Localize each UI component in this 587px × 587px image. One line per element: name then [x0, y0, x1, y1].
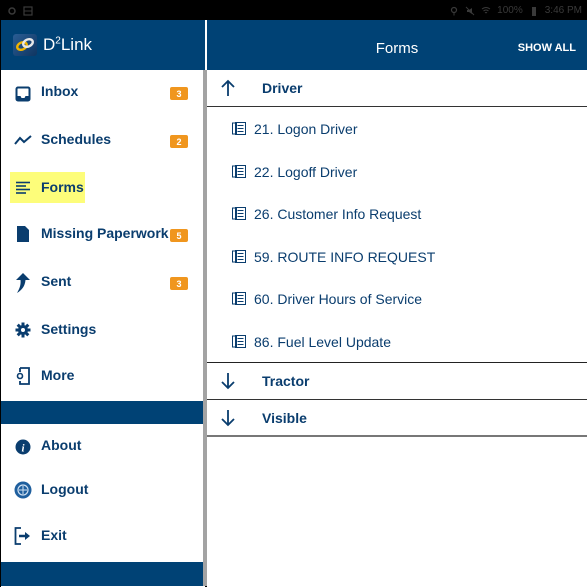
arrow-up-icon: [221, 79, 235, 96]
form-item[interactable]: 26. Customer Info Request: [207, 193, 587, 235]
drawer-item-label: Settings: [41, 321, 97, 337]
drawer-item-label: About: [41, 437, 82, 453]
form-icon: [232, 207, 246, 220]
form-item[interactable]: 60. Driver Hours of Service: [207, 278, 587, 320]
drawer-item-inbox[interactable]: Inbox 3: [1, 70, 205, 114]
document-icon: [14, 225, 32, 243]
group-header-tractor[interactable]: Tractor: [207, 363, 587, 400]
arrow-down-icon: [221, 373, 235, 390]
form-icon: [232, 122, 246, 135]
show-all-button[interactable]: SHOW ALL: [518, 20, 576, 76]
lines-icon: [14, 179, 32, 197]
info-icon: i: [14, 438, 32, 456]
drawer-item-label: More: [41, 367, 75, 383]
drawer-item-label: Exit: [41, 527, 67, 543]
logout-globe-icon: [14, 481, 32, 499]
group-label: Visible: [262, 410, 307, 426]
mute-icon: [465, 6, 475, 15]
inbox-icon: [14, 85, 32, 103]
form-icon: [232, 292, 246, 305]
navigation-drawer: D2Link Inbox 3 Schedules 2 Forms Missing…: [1, 20, 205, 587]
inbox-badge: 3: [170, 87, 188, 100]
drawer-item-label: Sent: [41, 273, 72, 289]
missing-paperwork-badge: 5: [170, 229, 188, 242]
form-label: 86. Fuel Level Update: [254, 334, 391, 350]
form-label: 26. Customer Info Request: [254, 206, 422, 222]
drawer-item-settings[interactable]: Settings: [1, 308, 205, 352]
app-name: D2Link: [43, 35, 93, 54]
device-settings-icon: [14, 367, 32, 385]
sync-icon: [8, 6, 16, 15]
drawer-item-forms[interactable]: Forms: [1, 166, 205, 210]
arrow-down-icon: [221, 410, 235, 427]
drawer-item-about[interactable]: i About: [1, 424, 205, 468]
form-icon: [232, 165, 246, 178]
battery-percent: 100%: [497, 5, 523, 16]
drawer-item-sent[interactable]: Sent 3: [1, 260, 205, 304]
drawer-item-label: Forms: [41, 179, 84, 195]
form-icon: [232, 335, 246, 348]
form-item[interactable]: 21. Logon Driver: [207, 108, 587, 150]
exit-icon: [14, 527, 32, 545]
status-bar: 100% 3:46 PM: [1, 1, 587, 20]
battery-icon: [531, 6, 536, 16]
app-bar: Forms SHOW ALL: [207, 20, 587, 70]
form-item[interactable]: 22. Logoff Driver: [207, 151, 587, 193]
drawer-item-missing-paperwork[interactable]: Missing Paperwork 5: [1, 212, 205, 256]
schedules-badge: 2: [170, 135, 188, 148]
form-label: 59. ROUTE INFO REQUEST: [254, 249, 436, 265]
form-label: 60. Driver Hours of Service: [254, 291, 423, 307]
chain-link-icon: [16, 37, 34, 52]
drawer-item-exit[interactable]: Exit: [1, 514, 205, 558]
group-label: Driver: [262, 80, 303, 96]
app-logo: [13, 34, 37, 56]
drawer-item-label: Inbox: [41, 83, 79, 99]
group-header-driver[interactable]: Driver: [207, 70, 587, 107]
drawer-item-logout[interactable]: Logout: [1, 468, 205, 512]
group-header-visible[interactable]: Visible: [207, 400, 587, 437]
drawer-item-more[interactable]: More: [1, 354, 205, 398]
gear-icon: [14, 321, 32, 339]
wifi-icon: [481, 6, 491, 13]
send-arrow-icon: [14, 272, 32, 294]
drawer-item-label: Schedules: [41, 131, 112, 147]
form-item[interactable]: 86. Fuel Level Update: [207, 321, 587, 363]
drawer-section-divider: [1, 401, 205, 424]
drawer-header: D2Link: [1, 20, 205, 70]
clock: 3:46 PM: [544, 5, 582, 16]
form-label: 22. Logoff Driver: [254, 164, 358, 180]
form-icon: [232, 250, 246, 263]
screenshot-icon: [23, 5, 33, 16]
group-label: Tractor: [262, 373, 310, 389]
app-frame: 100% 3:46 PM D2Link Inbox 3 Schedules 2 …: [0, 0, 587, 587]
location-icon: [451, 6, 458, 15]
drawer-footer-bar: [1, 562, 205, 586]
forms-panel: Forms SHOW ALL Driver 21. Logon Driver 2…: [207, 20, 587, 587]
drawer-item-label: Missing Paperwork: [41, 225, 169, 241]
trend-icon: [14, 131, 32, 149]
sent-badge: 3: [170, 277, 188, 290]
form-label: 21. Logon Driver: [254, 121, 358, 137]
form-item[interactable]: 59. ROUTE INFO REQUEST: [207, 236, 587, 278]
drawer-item-label: Logout: [41, 481, 89, 497]
drawer-item-schedules[interactable]: Schedules 2: [1, 118, 205, 162]
